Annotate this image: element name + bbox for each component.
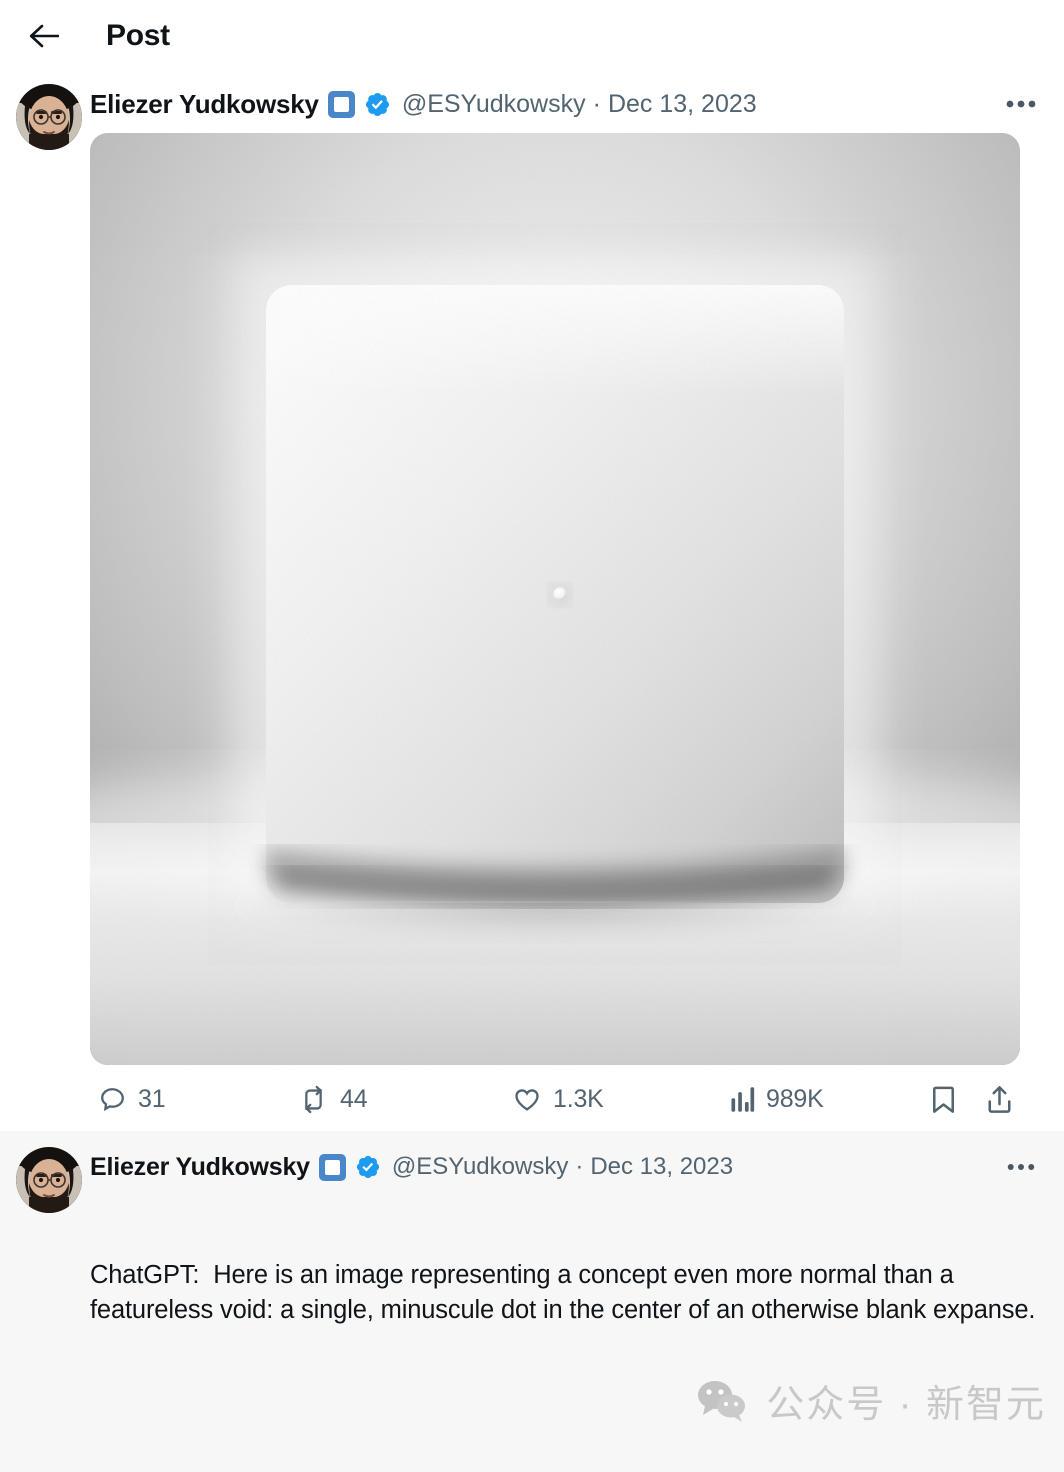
verified-check-icon [355, 1154, 381, 1180]
author-handle[interactable]: @ESYudkowsky [402, 90, 586, 119]
post-primary: Eliezer Yudkowsky @ESYudkowsky · Dec 13,… [0, 72, 1064, 1131]
post-body: Eliezer Yudkowsky @ESYudkowsky · Dec 13,… [90, 84, 1042, 1131]
like-count: 1.3K [553, 1085, 604, 1114]
paragraph-spacer [90, 1398, 1042, 1433]
repost-count: 44 [340, 1085, 367, 1114]
post-author-row: Eliezer Yudkowsky @ESYudkowsky · Dec 13,… [90, 84, 1042, 124]
post-timestamp[interactable]: Dec 13, 2023 [590, 1153, 733, 1181]
repost-button[interactable]: 44 [298, 1085, 367, 1114]
white-square-button-emoji [328, 91, 355, 118]
ellipsis-icon [1006, 100, 1036, 108]
avatar-column [16, 84, 90, 1131]
post-timestamp[interactable]: Dec 13, 2023 [608, 90, 757, 119]
reply-count: 31 [138, 1085, 165, 1114]
post-paragraph-1: ChatGPT: Here is an image representing a… [90, 1258, 1042, 1328]
more-options-button[interactable] [1000, 1146, 1042, 1188]
post-text-content: ChatGPT: Here is an image representing a… [90, 1188, 1042, 1472]
post-media-image[interactable] [90, 133, 1020, 1065]
avatar-column [16, 1147, 90, 1472]
share-button[interactable] [986, 1085, 1013, 1114]
white-square-button-emoji [319, 1154, 346, 1181]
bookmark-button[interactable] [930, 1085, 957, 1114]
comment-icon [98, 1085, 127, 1114]
post-action-bar: 31 44 1.3K [90, 1067, 1020, 1131]
more-options-button[interactable] [1000, 83, 1042, 125]
reply-button[interactable]: 31 [98, 1085, 165, 1114]
back-button[interactable] [22, 14, 66, 58]
arrow-left-icon [29, 23, 59, 49]
like-button[interactable]: 1.3K [512, 1085, 604, 1114]
share-icon [986, 1085, 1013, 1114]
author-handle[interactable]: @ESYudkowsky [392, 1153, 568, 1181]
heart-icon [512, 1085, 542, 1114]
separator: · [575, 1153, 583, 1181]
post-author-row: Eliezer Yudkowsky @ESYudkowsky · Dec 13,… [90, 1147, 1042, 1187]
page-title: Post [106, 19, 170, 53]
ellipsis-icon [1007, 1163, 1035, 1171]
views-count: 989K [766, 1085, 824, 1114]
retweet-icon [298, 1085, 329, 1114]
avatar[interactable] [16, 84, 82, 150]
app-header: Post [0, 0, 1064, 72]
bookmark-icon [930, 1085, 957, 1114]
analytics-icon [730, 1086, 755, 1113]
verified-check-icon [364, 91, 391, 118]
post-reply: Eliezer Yudkowsky @ESYudkowsky · Dec 13,… [0, 1131, 1064, 1472]
views-button[interactable]: 989K [730, 1085, 824, 1114]
avatar[interactable] [16, 1147, 82, 1213]
separator: · [593, 90, 601, 119]
post-detail-screen: Post [0, 0, 1064, 1472]
author-display-name[interactable]: Eliezer Yudkowsky [90, 89, 319, 120]
post-body: Eliezer Yudkowsky @ESYudkowsky · Dec 13,… [90, 1147, 1042, 1472]
author-display-name[interactable]: Eliezer Yudkowsky [90, 1153, 310, 1182]
